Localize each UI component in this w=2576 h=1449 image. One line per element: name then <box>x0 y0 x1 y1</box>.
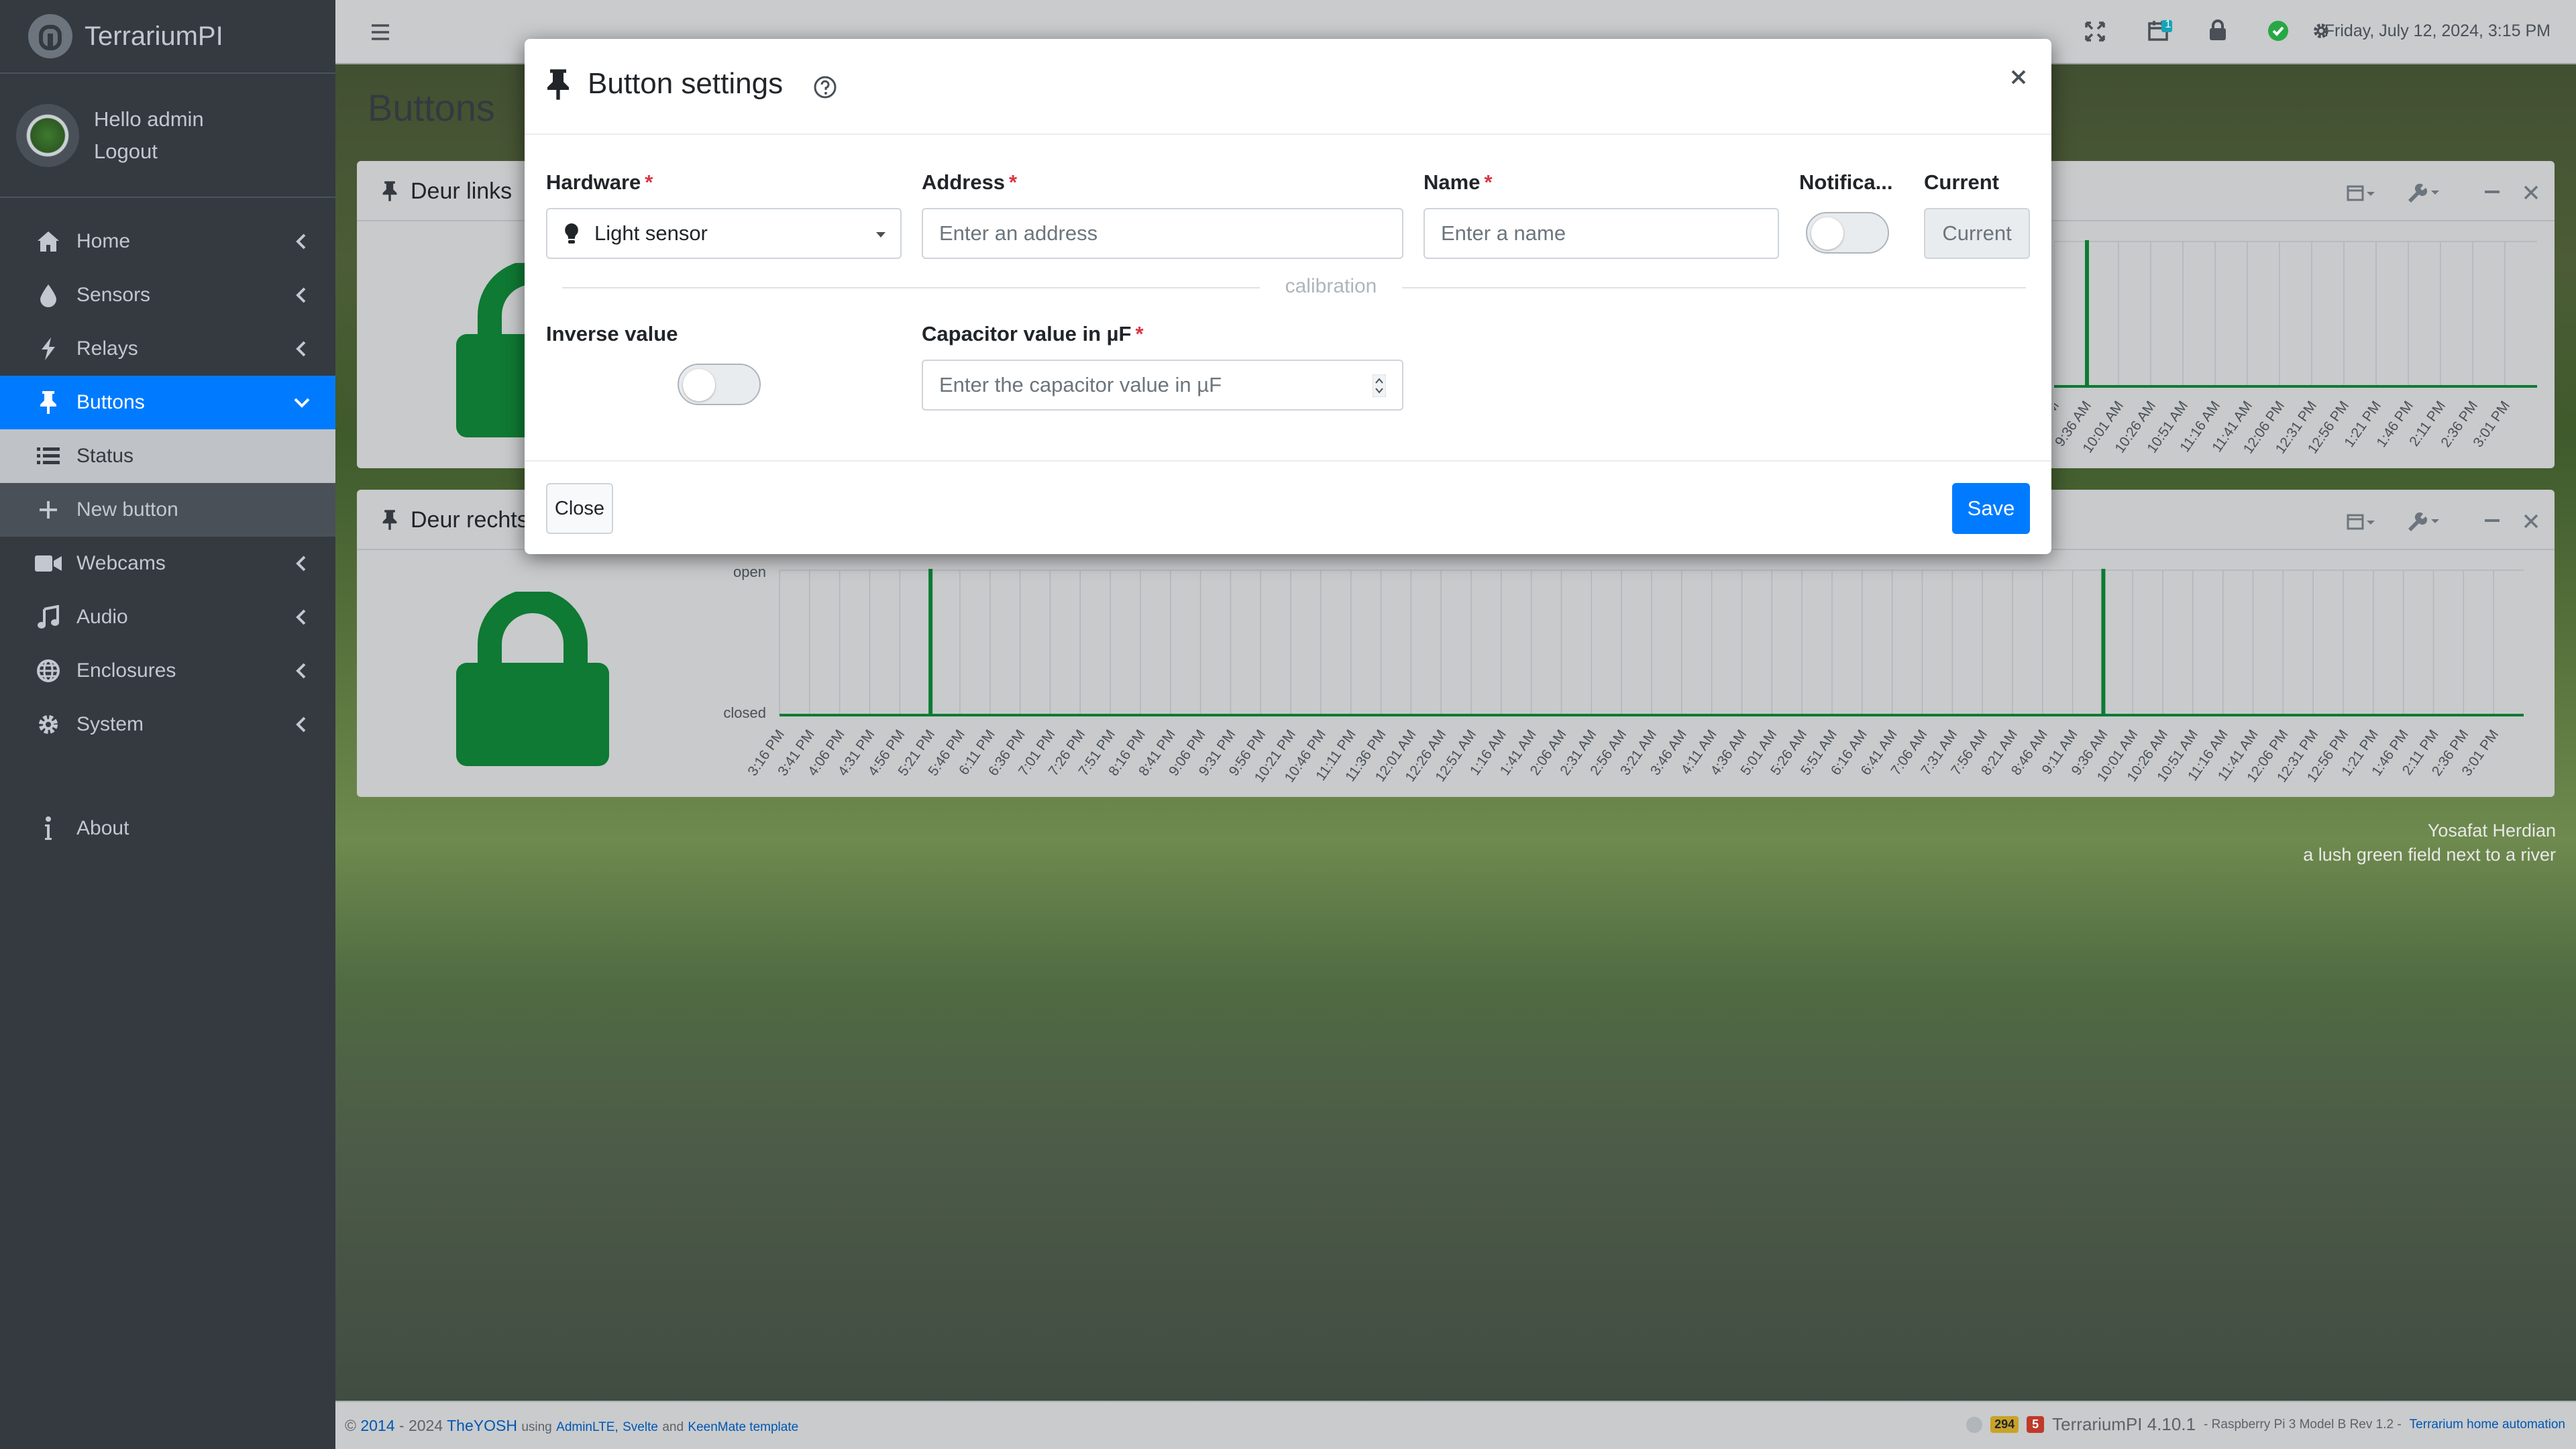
home-icon <box>35 228 62 255</box>
sidebar-item-home[interactable]: Home <box>0 215 335 268</box>
save-button[interactable]: Save <box>1952 483 2030 534</box>
pushpin-icon <box>547 69 569 100</box>
chevron-left-icon <box>296 716 306 733</box>
address-input[interactable]: Enter an address <box>922 208 1403 259</box>
sidebar-item-label: Sensors <box>76 284 151 306</box>
sidebar-item-label: Audio <box>76 606 128 628</box>
video-camera-icon <box>35 550 62 577</box>
modal-footer-divider <box>525 460 2051 462</box>
sidebar-item-about[interactable]: About <box>0 802 335 855</box>
sidebar-item-label: Webcams <box>76 552 166 574</box>
capacitor-placeholder: Enter the capacitor value in µF <box>939 373 1222 396</box>
sidebar-item-label: Status <box>76 445 134 467</box>
address-label: Address * <box>922 170 1018 194</box>
caret-down-icon <box>876 232 885 237</box>
divider-left <box>562 287 1260 288</box>
sidebar-item-enclosures[interactable]: Enclosures <box>0 644 335 698</box>
sidebar-item-sensors[interactable]: Sensors <box>0 268 335 322</box>
hardware-value: Light sensor <box>594 221 708 245</box>
hardware-label: Hardware * <box>546 170 653 194</box>
sidebar-item-label: Home <box>76 230 131 252</box>
notification-toggle[interactable] <box>1806 212 1889 254</box>
sidebar-item-new-button[interactable]: New button <box>0 483 335 537</box>
sidebar-item-label: Relays <box>76 337 138 360</box>
divider-right <box>1402 287 2026 288</box>
chevron-left-icon <box>296 341 306 357</box>
current-value: Current <box>1942 221 2012 245</box>
sidebar-item-buttons[interactable]: Buttons <box>0 376 335 429</box>
sidebar-item-webcams[interactable]: Webcams <box>0 537 335 590</box>
chevron-left-icon <box>296 233 306 250</box>
pushpin-icon <box>35 389 62 416</box>
globe-icon <box>35 657 62 684</box>
inverse-value-label: Inverse value <box>546 322 678 345</box>
sidebar-item-label: About <box>76 817 129 839</box>
user-greeting: Hello admin <box>94 107 204 131</box>
brand[interactable]: TerrariumPI <box>0 0 335 74</box>
sidebar-item-label: System <box>76 713 144 735</box>
lightbulb-icon <box>565 223 578 244</box>
sidebar-item-label: New button <box>76 498 178 521</box>
avatar <box>16 103 79 167</box>
hardware-select[interactable]: Light sensor <box>546 208 902 259</box>
sidebar-item-relays[interactable]: Relays <box>0 322 335 376</box>
current-label: Current <box>1924 170 1999 194</box>
capacitor-label: Capacitor value in µF * <box>922 322 1144 345</box>
modal-header: Button settings <box>525 39 2051 135</box>
terrariumpi-logo <box>28 14 72 58</box>
sidebar-item-label: Enclosures <box>76 659 176 682</box>
inverse-value-toggle[interactable] <box>678 364 761 405</box>
button-settings-modal: Button settings Hardware * Light sensor A… <box>525 39 2051 554</box>
chevron-left-icon <box>296 287 306 303</box>
list-icon <box>35 443 62 470</box>
chevron-down-icon <box>294 398 310 408</box>
chevron-left-icon <box>296 609 306 625</box>
sidebar: TerrariumPI Hello admin Logout Home Sens… <box>0 0 335 1449</box>
sidebar-item-status[interactable]: Status <box>0 429 335 483</box>
modal-title: Button settings <box>588 67 784 100</box>
close-button[interactable]: Close <box>546 483 613 534</box>
current-input: Current <box>1924 208 2030 259</box>
help-icon[interactable] <box>813 75 837 99</box>
modal-close-icon[interactable] <box>2010 68 2027 86</box>
info-icon <box>35 815 62 842</box>
droplet-icon <box>35 282 62 309</box>
notification-label: Notifica... <box>1799 170 1893 194</box>
plus-icon <box>35 496 62 523</box>
sidebar-item-audio[interactable]: Audio <box>0 590 335 644</box>
user-panel: Hello admin Logout <box>0 74 335 198</box>
chevron-left-icon <box>296 555 306 572</box>
gear-icon <box>35 711 62 738</box>
chevron-left-icon <box>296 663 306 679</box>
music-icon <box>35 604 62 631</box>
sidebar-item-label: Buttons <box>76 391 145 413</box>
sidebar-item-system[interactable]: System <box>0 698 335 751</box>
name-placeholder: Enter a name <box>1441 221 1566 245</box>
logout-link[interactable]: Logout <box>94 136 204 168</box>
address-placeholder: Enter an address <box>939 221 1098 245</box>
bolt-icon <box>35 335 62 362</box>
app-name: TerrariumPI <box>85 21 223 51</box>
number-spinner-icon[interactable] <box>1373 374 1386 397</box>
name-input[interactable]: Enter a name <box>1424 208 1779 259</box>
capacitor-input[interactable]: Enter the capacitor value in µF <box>922 360 1403 411</box>
name-label: Name * <box>1424 170 1493 194</box>
calibration-section-label: calibration <box>1285 275 1377 297</box>
